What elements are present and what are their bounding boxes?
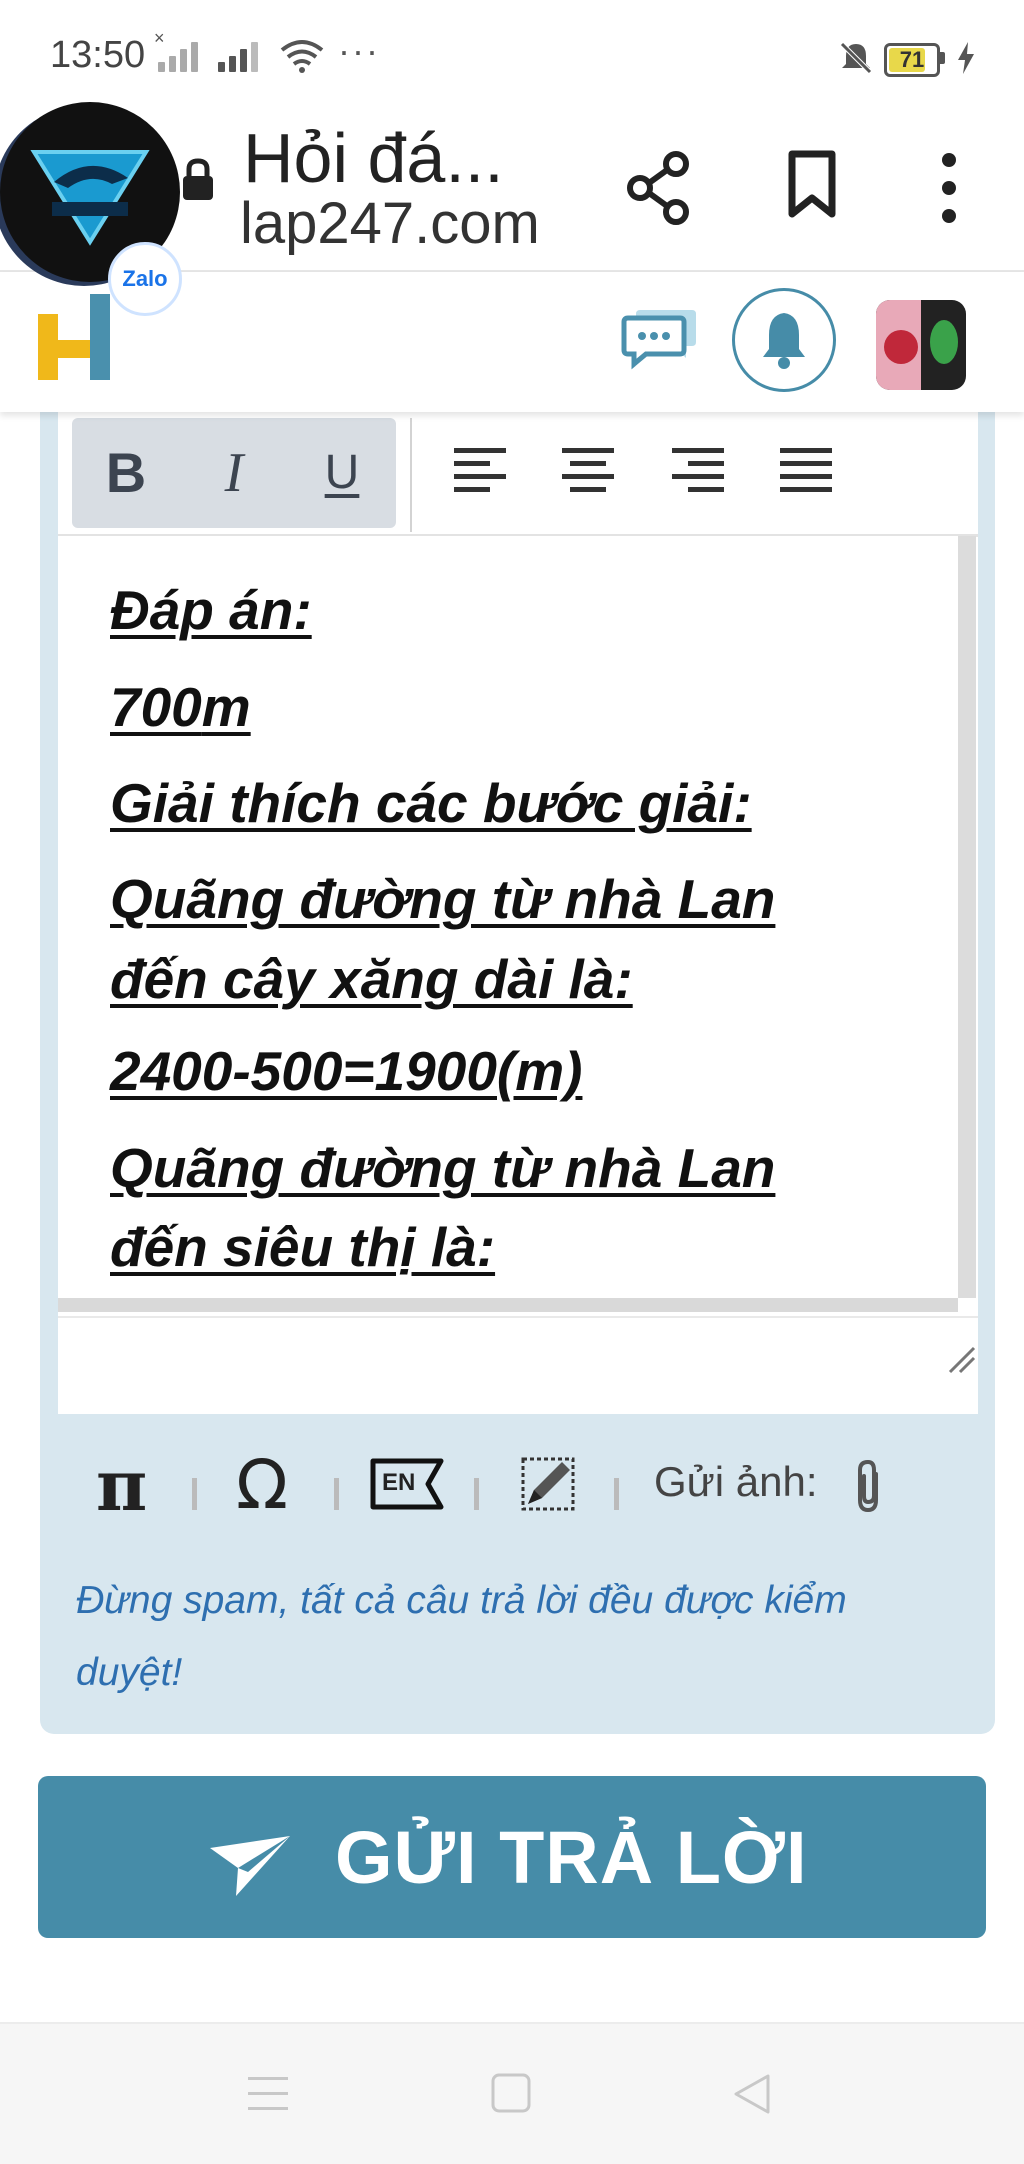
shark-logo-icon — [30, 150, 150, 246]
align-right-icon[interactable] — [670, 446, 726, 496]
page-title[interactable]: Hỏi đá... — [243, 118, 504, 198]
home-icon[interactable] — [490, 2072, 532, 2114]
pi-icon[interactable]: π — [96, 1444, 147, 1527]
editor-horizontal-scrollbar[interactable] — [58, 1298, 958, 1312]
avatar[interactable] — [876, 300, 966, 390]
tool-separator — [192, 1478, 197, 1510]
align-justify-icon[interactable] — [778, 446, 834, 496]
status-bar: 13:50 × ··· 71 — [0, 0, 1024, 110]
omega-icon[interactable]: Ω — [236, 1446, 288, 1525]
bold-button[interactable]: B — [74, 418, 178, 528]
battery-indicator: 71 — [884, 43, 940, 77]
underline-button[interactable]: U — [290, 418, 394, 528]
send-icon — [210, 1836, 290, 1896]
align-center-icon[interactable] — [560, 446, 616, 496]
draw-icon[interactable] — [520, 1456, 576, 1512]
system-nav-bar — [0, 2022, 1024, 2164]
en-label: EN — [382, 1469, 416, 1496]
bookmark-icon[interactable] — [786, 150, 838, 220]
tool-separator — [334, 1478, 339, 1510]
signal-icon — [218, 40, 268, 72]
explanation-heading: Giải thích các bước giải: — [110, 772, 752, 834]
wifi-icon — [280, 40, 324, 73]
site-logo[interactable] — [36, 292, 112, 382]
english-keyboard-icon[interactable]: EN — [370, 1458, 444, 1510]
charging-icon — [958, 42, 974, 74]
toolbar-divider — [410, 418, 412, 532]
tool-separator — [474, 1478, 479, 1510]
battery-level: 71 — [899, 47, 925, 72]
answer-line: Đáp án: — [110, 579, 312, 641]
answer-unit: m — [201, 676, 251, 738]
more-status-icon: ··· — [338, 30, 380, 71]
menu-icon[interactable] — [246, 2074, 290, 2114]
battery-tip — [940, 52, 945, 64]
italic-button[interactable]: I — [182, 418, 286, 528]
explanation-line: đến cây xăng dài là: — [110, 948, 633, 1010]
align-left-icon[interactable] — [452, 446, 508, 496]
zalo-badge: Zalo — [108, 242, 182, 316]
notification-button[interactable] — [732, 288, 836, 392]
editor-resize-area — [58, 1316, 978, 1414]
submit-label: GỬI TRẢ LỜI — [335, 1816, 808, 1899]
explanation-line: đến siêu thị là: — [110, 1216, 496, 1278]
lock-icon — [183, 158, 213, 200]
explanation-line: Quãng đường từ nhà Lan — [110, 868, 776, 930]
paperclip-icon[interactable] — [850, 1458, 886, 1514]
tool-separator — [614, 1478, 619, 1510]
answer-value: 700 — [110, 676, 202, 738]
explanation-line: Quãng đường từ nhà Lan — [110, 1137, 776, 1199]
attach-image-label: Gửi ảnh: — [654, 1458, 818, 1505]
answer-value-line: 700m — [110, 675, 251, 739]
calculation-line: 2400-500=1900(m) — [110, 1040, 583, 1102]
bell-icon — [763, 313, 805, 369]
back-icon[interactable] — [730, 2072, 774, 2116]
moderation-notice: Đừng spam, tất cả câu trả lời đều được k… — [76, 1579, 847, 1694]
editor-vertical-scrollbar[interactable] — [958, 536, 976, 1298]
share-icon[interactable] — [624, 150, 694, 226]
more-vert-icon[interactable] — [934, 150, 964, 226]
mute-icon — [840, 42, 872, 74]
resize-handle-icon[interactable] — [946, 1344, 976, 1374]
chat-icon[interactable] — [620, 302, 700, 372]
url-bar[interactable]: lap247.com — [240, 190, 560, 257]
no-sim-signal-icon: × — [154, 28, 208, 72]
status-time: 13:50 — [50, 34, 146, 76]
